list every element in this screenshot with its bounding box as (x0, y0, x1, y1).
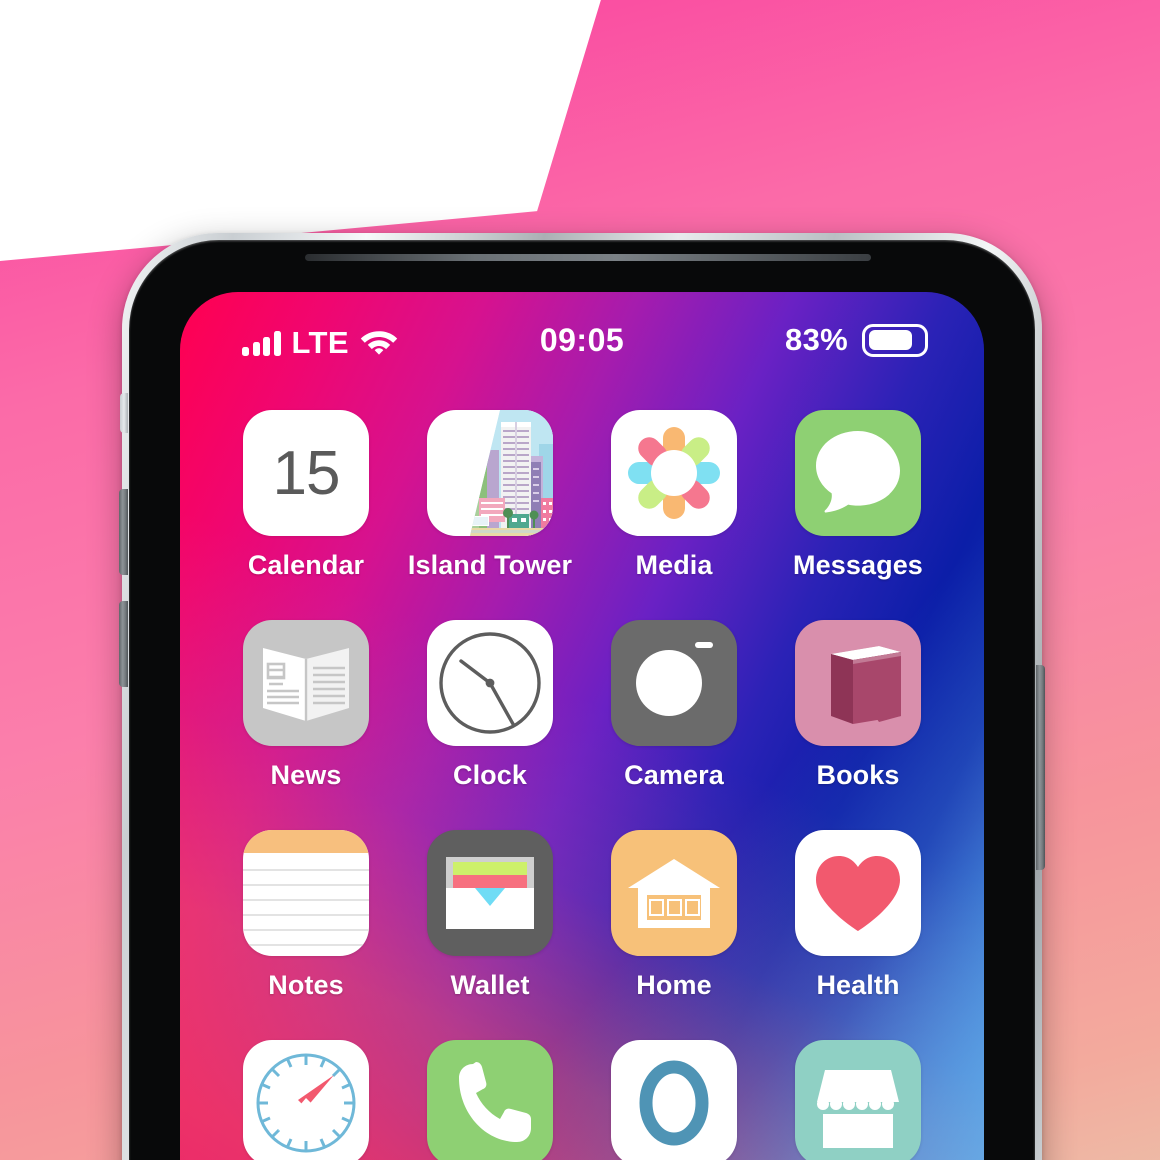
app-icon-media[interactable]: Media (582, 410, 766, 581)
app-icon-wallet[interactable]: Wallet (398, 830, 582, 1001)
smartphone-device: LTE 09:05 83% 15 Calendar Island Tower M… (119, 233, 1045, 1160)
app-icon-health[interactable]: Health (766, 830, 950, 1001)
app-icon-home[interactable]: Home (582, 830, 766, 1001)
book-icon (795, 620, 921, 746)
app-icon-phone[interactable] (398, 1040, 582, 1160)
volume-up-button[interactable] (119, 489, 128, 575)
battery-fill (868, 330, 913, 350)
power-button[interactable] (1036, 665, 1045, 870)
app-label: Media (635, 550, 713, 580)
device-screen[interactable]: LTE 09:05 83% 15 Calendar Island Tower M… (180, 292, 984, 1160)
cityscape-photo (469, 410, 553, 536)
speech-bubble-icon (795, 410, 921, 536)
phone-icon (427, 1040, 553, 1160)
app-label: News (270, 760, 342, 790)
app-icon-island-tower[interactable]: Island Tower (398, 410, 582, 581)
app-icon-calendar[interactable]: 15 Calendar (214, 410, 398, 581)
compass-icon (243, 1040, 369, 1160)
battery-icon (862, 323, 928, 357)
wallet-icon (427, 830, 553, 956)
app-label: Health (816, 970, 900, 1000)
heart-icon (795, 830, 921, 956)
app-icon-contacts[interactable] (582, 1040, 766, 1160)
app-label: Island Tower (407, 550, 573, 580)
app-grid: 15 Calendar Island Tower Media Messages … (180, 410, 984, 1160)
app-label: Calendar (247, 550, 365, 580)
status-bar-right: 83% (785, 322, 928, 358)
app-label: Messages (793, 550, 923, 580)
cityscape-icon (427, 410, 553, 536)
status-bar: LTE 09:05 83% (180, 292, 984, 388)
app-icon-clock[interactable]: Clock (398, 620, 582, 791)
house-icon (611, 830, 737, 956)
notepad-icon (243, 830, 369, 956)
app-icon-books[interactable]: Books (766, 620, 950, 791)
battery-percentage-label: 83% (785, 322, 848, 357)
volume-down-button[interactable] (119, 601, 128, 687)
app-icon-news[interactable]: News (214, 620, 398, 791)
notes-header-bar (243, 830, 369, 853)
app-label: Home (636, 970, 712, 1000)
calendar-day-number: 15 (272, 438, 341, 508)
flower-icon (611, 410, 737, 536)
app-label: Wallet (450, 970, 530, 1000)
app-label: Books (816, 760, 900, 790)
newspaper-icon (243, 620, 369, 746)
app-label: Notes (268, 970, 344, 1000)
earpiece-speaker (305, 254, 871, 261)
app-icon-messages[interactable]: Messages (766, 410, 950, 581)
clock-icon (427, 620, 553, 746)
storefront-icon (795, 1040, 921, 1160)
calendar-icon: 15 (243, 410, 369, 536)
camera-icon (611, 620, 737, 746)
contacts-icon (611, 1040, 737, 1160)
app-icon-notes[interactable]: Notes (214, 830, 398, 1001)
app-icon-store[interactable] (766, 1040, 950, 1160)
mute-switch[interactable] (120, 393, 128, 433)
app-label: Clock (452, 760, 528, 790)
device-bezel: LTE 09:05 83% 15 Calendar Island Tower M… (129, 240, 1035, 1160)
app-icon-safari[interactable] (214, 1040, 398, 1160)
app-label: Camera (624, 760, 724, 790)
app-icon-camera[interactable]: Camera (582, 620, 766, 791)
